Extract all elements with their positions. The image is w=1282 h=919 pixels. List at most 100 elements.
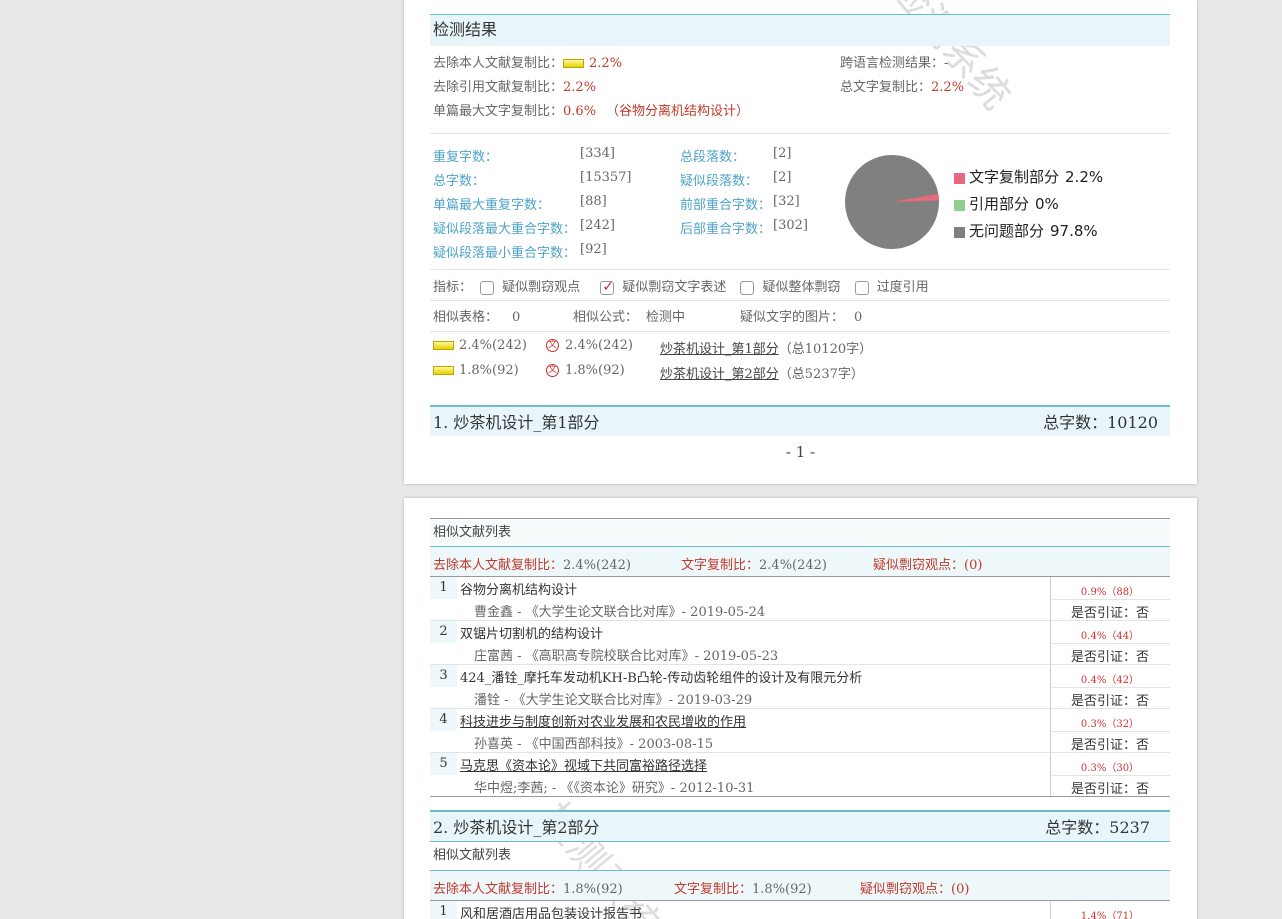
- value: -: [944, 56, 949, 71]
- stat-label: 总段落数：: [680, 150, 746, 165]
- cell-divider: [1050, 731, 1170, 732]
- label: 文字复制比：: [681, 558, 760, 573]
- row-number: 2: [430, 621, 457, 643]
- similar-images: 疑似文字的图片： 0: [740, 306, 862, 325]
- label: 跨语言检测结果：: [840, 56, 945, 71]
- row-divider: [430, 752, 1170, 753]
- part-link[interactable]: 炒茶机设计_第2部分: [660, 367, 779, 382]
- divider: [430, 900, 1170, 901]
- value: (0): [964, 558, 983, 573]
- legend-value: 0%: [1035, 195, 1059, 213]
- checkbox-checked[interactable]: [600, 279, 615, 295]
- part-count: 总字数：10120: [1043, 413, 1158, 432]
- legend-item-copy: 文字复制部分 2.2%: [954, 166, 1103, 193]
- stat-label: 疑似段落数：: [680, 174, 759, 189]
- doc-title[interactable]: 424_潘铨_摩托车发动机KH-B凸轮-传动齿轮组件的设计及有限元分析: [460, 667, 862, 686]
- value: 2.2%: [563, 80, 597, 95]
- yellow-bar-icon: [433, 341, 454, 350]
- indicator-3[interactable]: 疑似整体剽窃: [740, 280, 840, 295]
- checkbox[interactable]: [854, 280, 869, 295]
- checkbox[interactable]: [480, 280, 495, 295]
- summary2-text-copy: 文字复制比：1.8%(92): [674, 878, 812, 897]
- stat-label: 重复字数：: [433, 150, 499, 165]
- doc-pct: 1.4%（71）: [1080, 911, 1140, 919]
- cell-divider: [1050, 775, 1170, 776]
- indicator-1[interactable]: 疑似剽窃观点: [480, 280, 580, 295]
- row-number: 3: [430, 665, 457, 687]
- stat-label: 疑似段落最大重合字数：: [433, 222, 577, 237]
- indicator-2[interactable]: 疑似剽窃文字表述: [600, 279, 727, 295]
- doc-title[interactable]: 谷物分离机结构设计: [460, 579, 577, 598]
- label: 相似表格：: [433, 310, 499, 325]
- part-title: 2. 炒茶机设计_第2部分: [433, 818, 600, 837]
- checkbox[interactable]: [740, 280, 755, 295]
- doc-title[interactable]: 科技进步与制度创新对农业发展和农民增收的作用: [460, 711, 746, 730]
- doc-pct: 0.3%（32）: [1080, 719, 1140, 730]
- label: 疑似剽窃观点：: [873, 558, 965, 573]
- report-page-1: 检测系统 检测结果 去除本人文献复制比： 2.2% 跨语言检测结果：- 去除引用文…: [404, 0, 1197, 484]
- stat-value: [15357]: [580, 170, 632, 185]
- indicator-text: 疑似剽窃观点: [502, 280, 581, 295]
- doc-title[interactable]: 双锯片切割机的结构设计: [460, 623, 603, 642]
- pie-legend: 文字复制部分 2.2% 引用部分 0% 无问题部分 97.8%: [954, 166, 1103, 247]
- cite-status: 是否引证：否: [1070, 650, 1149, 665]
- summary-exclude-ref: 去除引用文献复制比：2.2%: [433, 76, 596, 95]
- summary-sus-points: 疑似剽窃观点：(0): [873, 554, 982, 573]
- value: 0: [854, 310, 863, 325]
- part-header-1: 1. 炒茶机设计_第1部分 总字数：10120: [430, 405, 1170, 436]
- doc-meta: 华中煜;李茜; - 《《资本论》研究》- 2012-10-31: [474, 781, 755, 796]
- doc-title[interactable]: 风和居酒店用品包装设计报告书: [460, 903, 642, 919]
- label: 总文字复制比：: [840, 80, 932, 95]
- stat-value: [32]: [773, 194, 800, 209]
- part-link-row: 炒茶机设计_第1部分（总10120字）: [660, 338, 872, 357]
- part-pct: 2.4%(242): [565, 338, 633, 353]
- label: 去除本人文献复制比：: [433, 882, 564, 897]
- part-row: 2.4%(242): [433, 338, 527, 353]
- row-number: 1: [430, 577, 457, 599]
- part-total: （总5237字）: [778, 367, 864, 382]
- stat-value: [302]: [773, 218, 808, 233]
- doc-pct: 0.4%（42）: [1080, 675, 1140, 686]
- divider: [430, 269, 1170, 270]
- list-title: 相似文献列表: [430, 520, 1170, 546]
- value: 2.2%: [589, 56, 623, 71]
- label: 相似公式：: [573, 310, 639, 325]
- value: 2.4%(242): [563, 558, 631, 573]
- label: 去除本人文献复制比：: [433, 56, 564, 71]
- summary-exclude-self: 去除本人文献复制比： 2.2%: [433, 52, 622, 71]
- doc-pct: 0.4%（44）: [1080, 631, 1140, 642]
- indicator-text: 过度引用: [876, 280, 929, 295]
- legend-label: 无问题部分: [969, 222, 1045, 240]
- stat-value: [334]: [580, 146, 615, 161]
- cite-status: 是否引证：否: [1070, 606, 1149, 621]
- indicator-4[interactable]: 过度引用: [854, 280, 929, 295]
- label: 去除本人文献复制比：: [433, 558, 564, 573]
- divider: [430, 576, 1170, 577]
- stat-label: 总字数：: [433, 174, 486, 189]
- cite-status: 是否引证：否: [1070, 694, 1149, 709]
- divider: [430, 300, 1170, 301]
- part-link-row: 炒茶机设计_第2部分（总5237字）: [660, 363, 864, 382]
- doc-title[interactable]: 马克思《资本论》视域下共同富裕路径选择: [460, 755, 707, 774]
- summary-exclude-self: 去除本人文献复制比：2.4%(242): [433, 554, 631, 573]
- label: 单篇最大文字复制比：: [433, 104, 564, 119]
- summary-text-copy: 文字复制比：2.4%(242): [681, 554, 827, 573]
- row-number: 1: [430, 901, 457, 919]
- part-link[interactable]: 炒茶机设计_第1部分: [660, 342, 779, 357]
- pie-chart: [845, 155, 939, 249]
- cell-divider: [1050, 687, 1170, 688]
- doc-pct: 0.3%（30）: [1080, 763, 1140, 774]
- cite-status: 是否引证：否: [1070, 738, 1149, 753]
- value: 0: [512, 310, 521, 325]
- label: 疑似文字的图片：: [740, 310, 845, 325]
- stat-value: [2]: [773, 146, 792, 161]
- indicator-text: 疑似剽窃文字表述: [622, 280, 727, 295]
- cite-status: 是否引证：否: [1070, 782, 1149, 797]
- indicator-text: 疑似整体剽窃: [762, 280, 841, 295]
- doc-meta: 曹金鑫 - 《大学生论文联合比对库》- 2019-05-24: [474, 605, 766, 620]
- part-header-2: 2. 炒茶机设计_第2部分 总字数：5237: [430, 810, 1170, 841]
- legend-swatch: [954, 173, 965, 184]
- legend-item-cite: 引用部分 0%: [954, 193, 1103, 220]
- row-divider: [430, 664, 1170, 665]
- legend-swatch: [954, 200, 965, 211]
